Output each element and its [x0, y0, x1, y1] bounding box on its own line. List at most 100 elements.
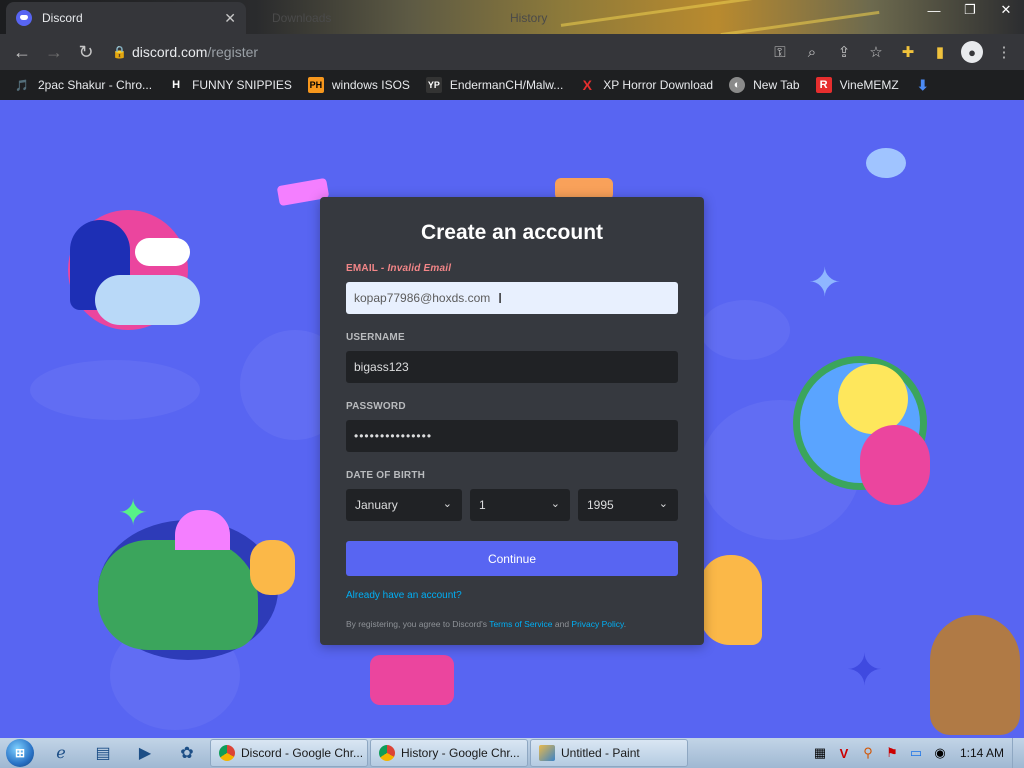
bookmark-new-tab[interactable]: ◐ New Tab	[729, 77, 800, 93]
page-title: Create an account	[420, 221, 604, 244]
illustration-monster-hair	[175, 510, 230, 550]
bookmark-label: EndermanCH/Malw...	[449, 78, 564, 92]
legal-prefix: By registering, you agree to Discord's	[346, 619, 490, 629]
tab-history[interactable]: History	[500, 2, 557, 34]
bookmark-xp-horror[interactable]: X XP Horror Download	[579, 77, 714, 93]
wallpaper-streak	[720, 10, 880, 34]
forward-button[interactable]: →	[38, 36, 70, 68]
dob-month-select[interactable]: January ⌄	[346, 489, 462, 521]
back-button[interactable]: ←	[6, 36, 38, 68]
password-value: •••••••••••••••	[354, 429, 433, 443]
login-link[interactable]: Already have an account?	[346, 590, 678, 601]
password-label: PASSWORD	[346, 401, 406, 412]
legal-and: and	[552, 619, 572, 629]
ph-logo-icon: PH	[307, 77, 324, 93]
star-icon[interactable]: ☆	[860, 36, 892, 68]
email-error-text: Invalid Email	[387, 263, 452, 274]
tray-app-icon[interactable]: ▦	[808, 741, 832, 765]
volume-icon[interactable]: ◉	[928, 741, 952, 765]
media-icon[interactable]: ▶	[124, 738, 166, 768]
illustration-green-monster	[98, 540, 258, 650]
bookmark-endermanch[interactable]: YP EndermanCH/Malw...	[425, 77, 564, 93]
email-label: EMAIL - Invalid Email	[346, 263, 452, 274]
illustration-yellow-character	[838, 364, 908, 434]
dob-month-value: January	[355, 498, 398, 512]
maximize-button[interactable]: ❐	[952, 0, 988, 20]
tab-discord[interactable]: Discord ✕	[6, 2, 246, 34]
share-icon[interactable]: ⇪	[828, 36, 860, 68]
bookmark-funny-snippies[interactable]: H FUNNY SNIPPIES	[168, 77, 292, 93]
paint-icon	[539, 745, 555, 761]
browser-tab-strip: Discord ✕ Downloads History — ❐ ✕	[0, 0, 1024, 34]
address-bar[interactable]: 🔒 discord.com/register	[108, 38, 758, 66]
bookmark-label: XP Horror Download	[603, 78, 714, 92]
bookmarks-bar: 🎵 2pac Shakur - Chro... H FUNNY SNIPPIES P…	[0, 70, 1024, 100]
illustration-bird	[866, 148, 906, 178]
dob-day-select[interactable]: 1 ⌄	[470, 489, 570, 521]
tab-title: Downloads	[272, 11, 332, 25]
tab-close-icon[interactable]: ✕	[224, 10, 236, 27]
bookmark-vinememz[interactable]: R VineMEMZ	[815, 77, 899, 93]
tray-search-icon[interactable]: ⚲	[856, 741, 880, 765]
dob-selects: January ⌄ 1 ⌄ 1995 ⌄	[346, 489, 678, 521]
chevron-down-icon: ⌄	[550, 498, 560, 510]
taskbar-history-chrome[interactable]: History - Google Chr...	[370, 739, 528, 767]
browser-toolbar: ← → ↻ 🔒 discord.com/register ⚿ ⌕ ⇪ ☆ ✚ ▮…	[0, 34, 1024, 70]
zoom-icon[interactable]: ⌕	[796, 36, 828, 68]
system-tray: ▦ V ⚲ ⚑ ▭ ◉ 1:14 AM	[808, 738, 1024, 768]
desktop-character-overlay	[930, 615, 1020, 735]
globe-icon: ◐	[729, 77, 746, 93]
dob-label: DATE OF BIRTH	[346, 470, 426, 481]
password-field[interactable]: •••••••••••••••	[346, 420, 678, 452]
sidebar-icon[interactable]: ▮	[924, 36, 956, 68]
key-icon[interactable]: ⚿	[764, 36, 796, 68]
clock[interactable]: 1:14 AM	[952, 741, 1012, 765]
dob-year-select[interactable]: 1995 ⌄	[578, 489, 678, 521]
tab-title: History	[510, 11, 548, 25]
start-button[interactable]: ⊞	[0, 738, 40, 768]
username-field[interactable]: bigass123	[346, 351, 678, 383]
reload-button[interactable]: ↻	[70, 36, 102, 68]
r-logo-icon: R	[815, 77, 832, 93]
flag-icon[interactable]: ⚑	[880, 741, 904, 765]
chrome-icon	[379, 745, 395, 761]
background-cloud	[700, 300, 790, 360]
bookmark-download[interactable]: ⬇	[915, 77, 939, 93]
close-window-button[interactable]: ✕	[988, 0, 1024, 20]
music-icon: 🎵	[15, 79, 29, 92]
profile-icon[interactable]: ●	[961, 41, 983, 63]
username-label: USERNAME	[346, 332, 405, 343]
windows-taskbar: ⊞ ℯ ▤ ▶ ✿ Discord - Google Chr... Histor…	[0, 738, 1024, 768]
download-icon: ⬇	[916, 76, 929, 93]
background-cloud	[30, 360, 200, 420]
minimize-button[interactable]: —	[916, 0, 952, 20]
legal-suffix: .	[623, 619, 627, 629]
email-field[interactable]: kopap77986@hoxds.com Ι	[346, 282, 678, 314]
bookmark-2pac[interactable]: 🎵 2pac Shakur - Chro...	[14, 77, 152, 93]
show-desktop-button[interactable]	[1012, 738, 1024, 768]
menu-icon[interactable]: ⋮	[988, 36, 1020, 68]
email-label-text: EMAIL	[346, 263, 378, 274]
chevron-down-icon: ⌄	[442, 498, 452, 510]
terms-of-service-link[interactable]: Terms of Service	[489, 619, 552, 629]
app-icon[interactable]: ✿	[166, 738, 208, 768]
continue-button[interactable]: Continue	[346, 541, 678, 576]
username-value: bigass123	[354, 360, 409, 374]
url-host: discord.com	[132, 44, 208, 60]
discord-register-page: ✦ ✦ ✦ Create an account EMAIL - Invalid …	[0, 100, 1024, 738]
bookmark-windows-isos[interactable]: PH windows ISOS	[307, 77, 410, 93]
ie-icon[interactable]: ℯ	[40, 738, 82, 768]
explorer-icon[interactable]: ▤	[82, 738, 124, 768]
monitor-icon[interactable]: ▭	[904, 741, 928, 765]
privacy-policy-link[interactable]: Privacy Policy	[571, 619, 623, 629]
extensions-icon[interactable]: ✚	[892, 36, 924, 68]
taskbar-paint[interactable]: Untitled - Paint	[530, 739, 688, 767]
taskbar-discord-chrome[interactable]: Discord - Google Chr...	[210, 739, 368, 767]
url-path: /register	[207, 44, 259, 60]
illustration-speech-bubble	[135, 238, 190, 266]
illustration-person-legs	[95, 275, 200, 325]
discord-favicon-icon	[16, 10, 32, 26]
tab-downloads[interactable]: Downloads	[262, 2, 341, 34]
tab-title: Discord	[42, 11, 83, 25]
tray-v-icon[interactable]: V	[832, 741, 856, 765]
